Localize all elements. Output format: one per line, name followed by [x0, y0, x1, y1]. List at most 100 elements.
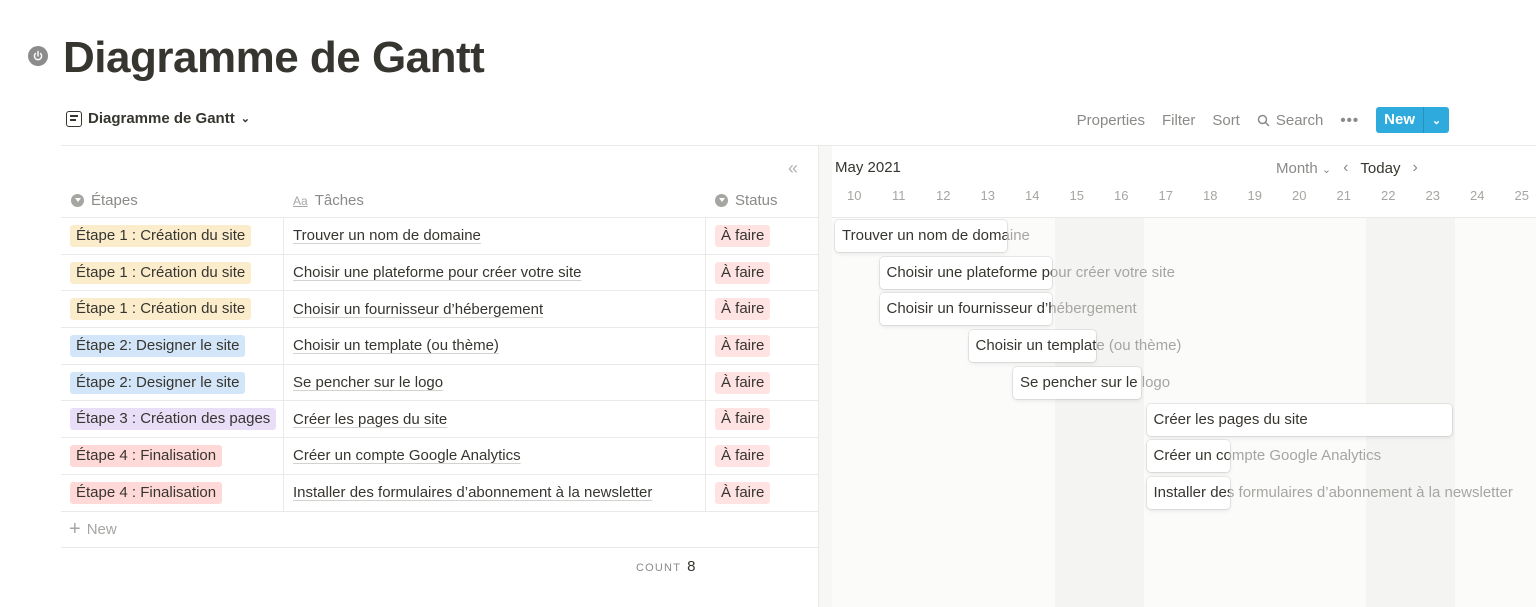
timeline-view-icon	[66, 110, 82, 127]
column-label: Étapes	[91, 192, 138, 209]
sort-button[interactable]: Sort	[1212, 112, 1240, 129]
cell-tache[interactable]: Créer les pages du site	[283, 401, 705, 438]
cell-status[interactable]: À faire	[705, 291, 818, 328]
task-name[interactable]: Créer un compte Google Analytics	[293, 447, 521, 464]
search-label: Search	[1275, 111, 1324, 129]
cell-status[interactable]: À faire	[705, 254, 818, 291]
power-icon[interactable]	[28, 46, 48, 66]
table-panel: « Étapes Aa Tâches Status Étape 1 : Créa…	[61, 146, 818, 607]
cell-status[interactable]: À faire	[705, 328, 818, 364]
day-label: 13	[980, 188, 995, 203]
task-name[interactable]: Trouver un nom de domaine	[293, 227, 481, 244]
collapse-table-icon[interactable]: «	[788, 158, 798, 179]
timeline-month: May 2021	[835, 159, 901, 176]
count-summary[interactable]: COUNT 8	[636, 558, 695, 575]
cell-tache[interactable]: Créer un compte Google Analytics	[283, 438, 705, 474]
table-header: Étapes Aa Tâches Status	[61, 184, 818, 218]
view-name: Diagramme de Gantt	[88, 110, 235, 127]
task-name[interactable]: Créer les pages du site	[293, 411, 447, 428]
column-header-etapes[interactable]: Étapes	[61, 184, 283, 217]
table-row[interactable]: Étape 1 : Création du site Choisir un fou…	[61, 291, 818, 329]
etape-tag: Étape 1 : Création du site	[70, 224, 252, 247]
next-icon[interactable]: ›	[1412, 159, 1417, 177]
cell-tache[interactable]: Se pencher sur le logo	[283, 364, 705, 401]
status-tag: À faire	[715, 298, 771, 321]
count-value: 8	[687, 558, 696, 575]
table-row[interactable]: Étape 1 : Création du site Choisir une pl…	[61, 254, 818, 292]
add-row-button[interactable]: + New	[61, 512, 818, 548]
cell-status[interactable]: À faire	[705, 401, 818, 438]
day-label: 17	[1158, 188, 1173, 203]
cell-etape[interactable]: Étape 1 : Création du site	[61, 218, 283, 254]
cell-etape[interactable]: Étape 2: Designer le site	[61, 328, 283, 364]
properties-button[interactable]: Properties	[1077, 112, 1145, 129]
plus-icon: +	[69, 518, 81, 540]
table-row[interactable]: Étape 2: Designer le site Se pencher sur …	[61, 364, 818, 402]
status-tag: À faire	[715, 408, 771, 431]
cell-etape[interactable]: Étape 2: Designer le site	[61, 365, 283, 401]
scale-select[interactable]: Month ⌄	[1276, 160, 1331, 177]
table-row[interactable]: Étape 2: Designer le site Choisir un temp…	[61, 328, 818, 365]
new-dropdown-button[interactable]: ⌄	[1423, 107, 1449, 133]
day-label: 24	[1470, 188, 1485, 203]
cell-etape[interactable]: Étape 1 : Création du site	[61, 255, 283, 291]
bar-label-text: Trouver un nom de domaine	[842, 227, 1030, 244]
task-name[interactable]: Choisir un fournisseur d’hébergement	[293, 301, 543, 318]
cell-status[interactable]: À faire	[705, 438, 818, 474]
table-body: Étape 1 : Création du site Trouver un nom…	[61, 218, 818, 512]
task-name[interactable]: Installer des formulaires d’abonnement à…	[293, 484, 652, 501]
timeline-row: Choisir un fournisseur d’hébergementChoi…	[832, 291, 1536, 328]
cell-status[interactable]: À faire	[705, 218, 818, 254]
task-name[interactable]: Choisir un template (ou thème)	[293, 337, 499, 354]
cell-tache[interactable]: Choisir un fournisseur d’hébergement	[283, 291, 705, 328]
table-row[interactable]: Étape 1 : Création du site Trouver un nom…	[61, 218, 818, 255]
cell-etape[interactable]: Étape 4 : Finalisation	[61, 438, 283, 474]
title-icon: Aa	[293, 193, 308, 208]
day-label: 12	[936, 188, 951, 203]
timeline-row: Créer les pages du siteCréer les pages d…	[832, 402, 1536, 439]
chevron-down-icon: ⌄	[240, 113, 250, 125]
cell-tache[interactable]: Installer des formulaires d’abonnement à…	[283, 474, 705, 511]
task-name[interactable]: Se pencher sur le logo	[293, 374, 443, 391]
timeline-day-header: 10 11 12 13 14 15 16 17 18 19 20 21 22 23 24 25	[832, 184, 1536, 218]
timeline-panel: Trouver un nom de domaineTrouver un nom …	[832, 146, 1536, 607]
chevron-down-icon: ⌄	[1321, 163, 1332, 176]
new-button[interactable]: New	[1376, 107, 1423, 133]
today-button[interactable]: Today	[1360, 160, 1400, 177]
status-tag: À faire	[715, 444, 771, 467]
table-row[interactable]: Étape 3 : Création des pages Créer les pa…	[61, 401, 818, 439]
cell-status[interactable]: À faire	[705, 364, 818, 401]
cell-tache[interactable]: Choisir un template (ou thème)	[283, 328, 705, 364]
etape-tag: Étape 4 : Finalisation	[70, 481, 223, 504]
filter-button[interactable]: Filter	[1162, 112, 1195, 129]
cell-etape[interactable]: Étape 1 : Création du site	[61, 291, 283, 327]
timeline-row: Créer un compte Google Analytics Créer un…	[832, 438, 1536, 475]
task-name[interactable]: Choisir une plateforme pour créer votre …	[293, 264, 581, 281]
table-row[interactable]: Étape 4 : Finalisation Installer des form…	[61, 474, 818, 512]
day-label: 10	[847, 188, 862, 203]
day-label: 23	[1425, 188, 1440, 203]
day-label: 14	[1025, 188, 1040, 203]
cell-etape[interactable]: Étape 3 : Création des pages	[61, 401, 283, 437]
table-row[interactable]: Étape 4 : Finalisation Créer un compte Go…	[61, 438, 818, 475]
cell-status[interactable]: À faire	[705, 474, 818, 511]
cell-etape[interactable]: Étape 4 : Finalisation	[61, 475, 283, 511]
view-switcher[interactable]: Diagramme de Gantt ⌄	[66, 110, 250, 127]
etape-tag: Étape 3 : Création des pages	[70, 408, 277, 431]
etape-tag: Étape 2: Designer le site	[70, 371, 246, 394]
select-icon	[71, 194, 84, 207]
column-header-taches[interactable]: Aa Tâches	[283, 184, 705, 217]
cell-tache[interactable]: Choisir une plateforme pour créer votre …	[283, 254, 705, 291]
add-row-label: New	[86, 521, 117, 538]
column-header-status[interactable]: Status	[705, 184, 818, 217]
search-button[interactable]: Search	[1257, 111, 1324, 129]
cell-tache[interactable]: Trouver un nom de domaine	[283, 218, 705, 254]
day-label: 16	[1114, 188, 1129, 203]
etape-tag: Étape 4 : Finalisation	[70, 444, 223, 467]
day-label: 22	[1381, 188, 1396, 203]
day-label: 20	[1292, 188, 1307, 203]
timeline-bar-label: Créer les pages du site	[1154, 411, 1308, 428]
more-options-button[interactable]: •••	[1340, 112, 1359, 129]
prev-icon[interactable]: ‹	[1343, 159, 1348, 177]
panel-resize-handle[interactable]	[818, 146, 832, 607]
